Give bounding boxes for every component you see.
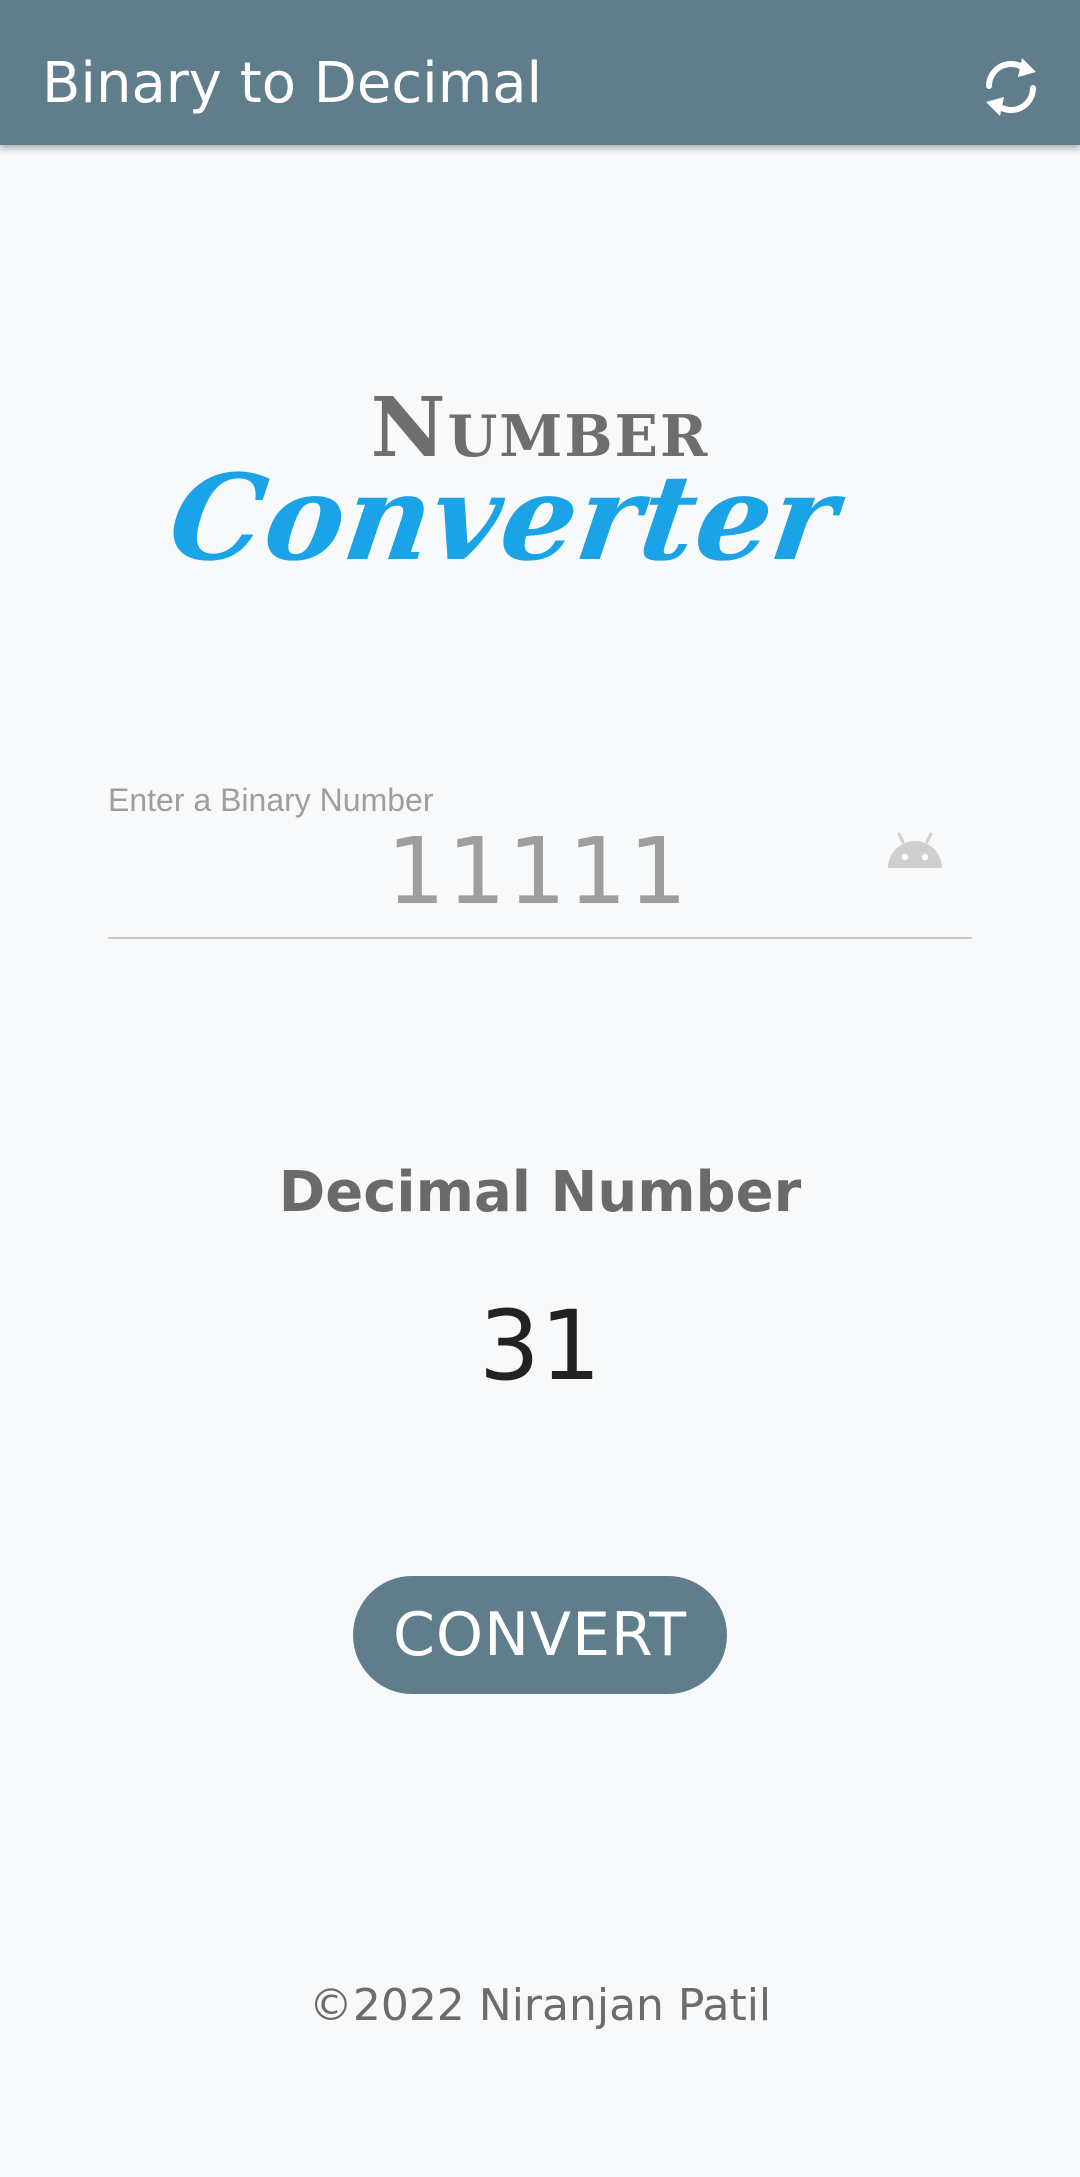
app-root: Binary to Decimal Number Converter Enter… xyxy=(0,0,1080,2177)
binary-input-label: Enter a Binary Number xyxy=(108,782,434,818)
refresh-icon xyxy=(985,58,1037,116)
input-underline xyxy=(108,937,972,939)
convert-button[interactable]: CONVERT xyxy=(353,1576,727,1694)
refresh-button[interactable] xyxy=(976,52,1046,122)
app-bar: Binary to Decimal xyxy=(0,0,1080,145)
decimal-result-value: 31 xyxy=(478,1290,602,1402)
app-logo: Number Converter xyxy=(0,360,1080,600)
logo-converter-text: Converter xyxy=(161,448,847,587)
app-title: Binary to Decimal xyxy=(42,51,543,116)
binary-input-field[interactable] xyxy=(108,822,968,922)
copyright-footer: ©2022 Niranjan Patil xyxy=(308,1980,772,2031)
result-title: Decimal Number xyxy=(278,1160,802,1225)
android-icon xyxy=(888,832,942,868)
